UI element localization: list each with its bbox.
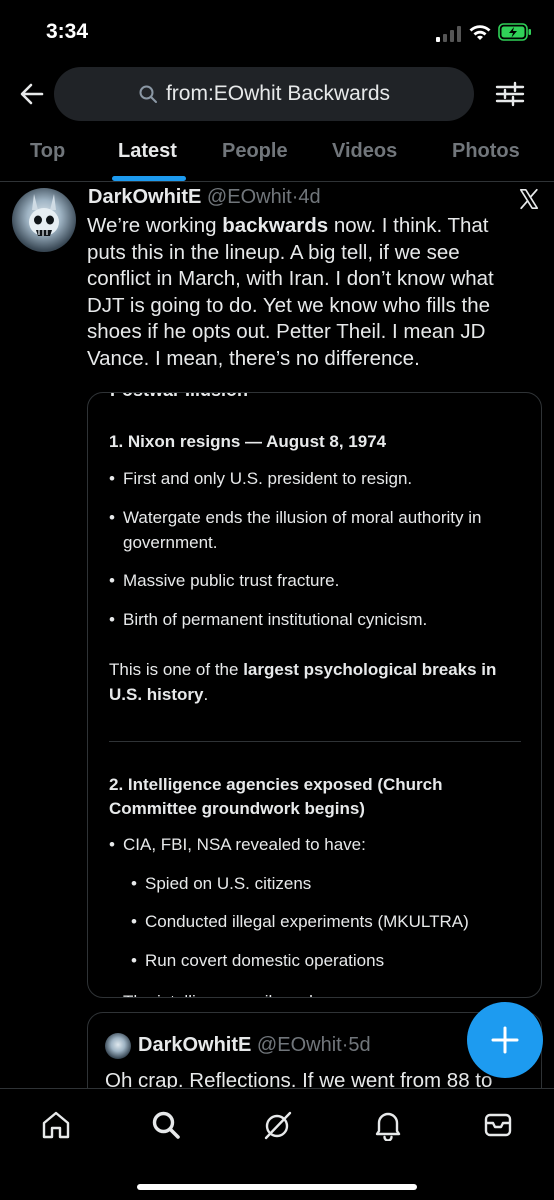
- status-time: 3:34: [46, 20, 89, 43]
- tweet-text-highlight: backwards: [222, 214, 329, 237]
- section-heading: 1. Nixon resigns — August 8, 1974: [109, 432, 387, 451]
- home-indicator: [137, 1184, 417, 1190]
- plus-icon: [491, 1026, 519, 1054]
- tweet-header: DarkOwhitE @EOwhit·4d: [88, 186, 321, 209]
- battery-charging-icon: [498, 23, 531, 41]
- sub-list-item: • Spied on U.S. citizens: [131, 871, 521, 896]
- bullet-icon: •: [131, 912, 137, 931]
- compose-button[interactable]: [467, 1002, 543, 1078]
- divider: [109, 741, 521, 742]
- quoted-tweet-header: DarkOwhitE @EOwhit·5d: [138, 1034, 371, 1057]
- tweet-author-handle[interactable]: @EOwhit: [207, 186, 292, 208]
- tweet-age[interactable]: 4d: [298, 186, 320, 208]
- sub-list-item: • Run covert domestic operations: [131, 948, 521, 973]
- bullet-icon: •: [109, 508, 115, 527]
- list-item: • First and only U.S. president to resign…: [109, 466, 519, 491]
- tweet-text-part: now. I think. That puts this in the line…: [87, 214, 494, 370]
- tweet-author-name[interactable]: DarkOwhitE: [88, 186, 201, 208]
- search-icon: [139, 85, 157, 103]
- list-item: • Watergate ends the illusion of moral au…: [109, 505, 519, 555]
- tweet-media-image[interactable]: Postwar Illusion 1. Nixon resigns — Augu…: [87, 392, 542, 998]
- bullet-icon: •: [109, 835, 115, 854]
- tab-people[interactable]: People: [222, 140, 288, 163]
- filter-sliders-icon[interactable]: [494, 80, 526, 108]
- active-tab-indicator: [112, 176, 186, 181]
- cut-off-list-item: •The intelligence veil cracks: [109, 989, 519, 997]
- search-header: from:EOwhit Backwards: [0, 64, 554, 124]
- tweet-text: We’re working backwards now. I think. Th…: [87, 213, 527, 372]
- search-input[interactable]: from:EOwhit Backwards: [54, 67, 474, 121]
- bullet-icon: •: [131, 874, 137, 893]
- mail-icon[interactable]: [482, 1109, 514, 1141]
- wifi-icon: [469, 25, 491, 40]
- sub-list-item: • Conducted illegal experiments (MKULTRA): [131, 909, 521, 934]
- cut-off-heading: Postwar Illusion: [110, 393, 248, 401]
- search-query: from:EOwhit Backwards: [165, 82, 391, 105]
- arrow-left-icon[interactable]: [16, 78, 48, 110]
- avatar[interactable]: [12, 188, 76, 252]
- home-icon[interactable]: [40, 1109, 72, 1141]
- tab-top[interactable]: Top: [30, 140, 65, 163]
- summary-paragraph: This is one of the largest psychological…: [109, 660, 497, 704]
- section-heading: 2. Intelligence agencies exposed (Church…: [109, 775, 443, 818]
- bullet-icon: •: [109, 571, 115, 590]
- bullet-icon: •: [109, 469, 115, 488]
- grok-icon[interactable]: [262, 1109, 294, 1141]
- search-icon[interactable]: [150, 1109, 182, 1141]
- bullet-icon: •: [131, 951, 137, 970]
- bullet-icon: •: [109, 610, 115, 629]
- x-logo-icon: [519, 188, 539, 210]
- bell-icon[interactable]: [372, 1109, 404, 1141]
- tab-latest[interactable]: Latest: [118, 140, 177, 163]
- tweet-text-part: We’re working: [87, 214, 223, 237]
- tab-videos[interactable]: Videos: [332, 140, 397, 163]
- search-tabs: Top Latest People Videos Photos: [0, 124, 554, 182]
- cellular-signal-icon: [436, 26, 461, 42]
- bullet-icon: •: [109, 989, 115, 997]
- tab-photos[interactable]: Photos: [452, 140, 520, 163]
- list-item: • CIA, FBI, NSA revealed to have:: [109, 832, 519, 857]
- quoted-tweet-age: 5d: [348, 1034, 371, 1056]
- list-item: • Birth of permanent institutional cynici…: [109, 607, 519, 632]
- status-bar: 3:34: [0, 0, 554, 64]
- avatar: [105, 1033, 131, 1059]
- avatar-skull-image: [29, 194, 59, 236]
- quoted-author-handle: @EOwhit: [256, 1034, 342, 1056]
- list-item: • Massive public trust fracture.: [109, 568, 519, 593]
- quoted-author-name: DarkOwhitE: [138, 1034, 252, 1056]
